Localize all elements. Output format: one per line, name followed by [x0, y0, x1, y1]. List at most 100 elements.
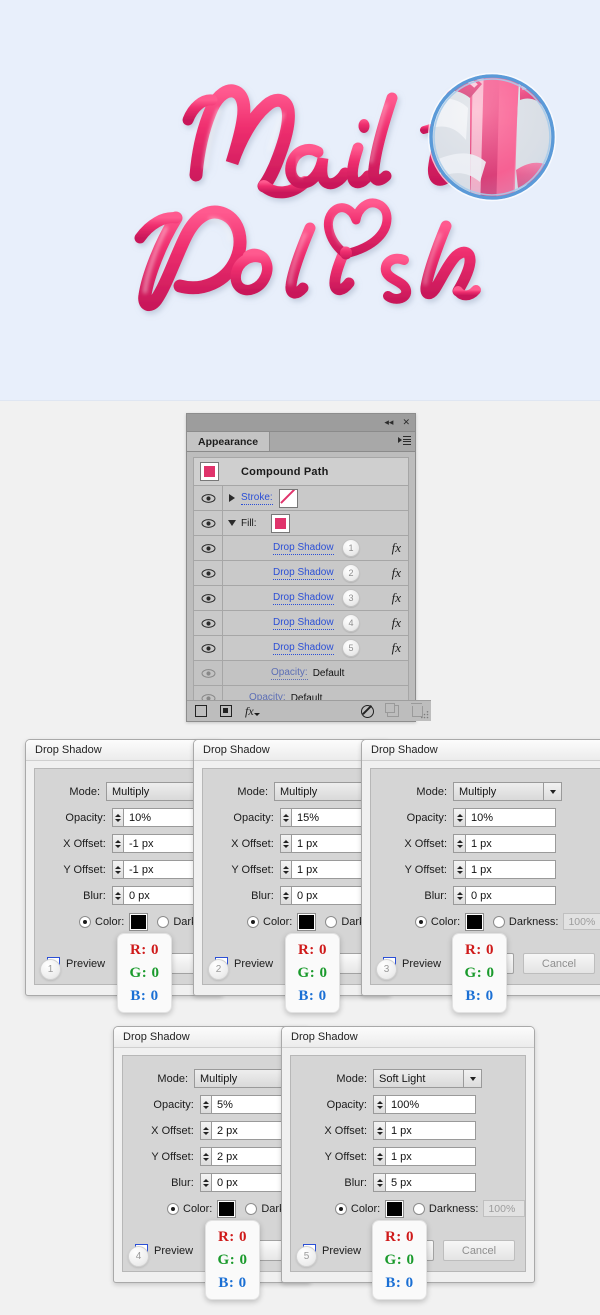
- blur-input[interactable]: 5 px: [385, 1173, 476, 1192]
- yoffset-stepper[interactable]: [199, 1147, 211, 1166]
- xoffset-input[interactable]: 1 px: [385, 1121, 476, 1140]
- opacity-input[interactable]: 10%: [465, 808, 556, 827]
- xoffset-stepper[interactable]: [373, 1121, 385, 1140]
- effect-label-2[interactable]: Drop Shadow: [273, 567, 334, 580]
- appearance-row-effect[interactable]: Drop Shadow 4 fx: [193, 611, 409, 636]
- darkness-radio[interactable]: [413, 1202, 425, 1215]
- visibility-toggle-stroke[interactable]: [194, 486, 223, 510]
- duplicate-item-icon[interactable]: [385, 703, 399, 717]
- opacity-stepper[interactable]: [199, 1095, 211, 1114]
- visibility-toggle-effect-5[interactable]: [194, 636, 223, 660]
- blur-row: Blur: 0 px: [35, 885, 213, 906]
- opacity-label-fill[interactable]: Opacity:: [271, 667, 308, 680]
- darkness-radio[interactable]: [493, 915, 505, 928]
- shadow-color-swatch[interactable]: [385, 1199, 405, 1218]
- new-fill-icon[interactable]: [220, 705, 232, 717]
- color-radio[interactable]: [79, 915, 91, 928]
- appearance-row-effect[interactable]: Drop Shadow 5 fx: [193, 636, 409, 661]
- darkness-radio[interactable]: [325, 915, 338, 928]
- visibility-toggle-effect-2[interactable]: [194, 561, 223, 585]
- object-swatch-icon[interactable]: [200, 462, 219, 481]
- mode-select[interactable]: Soft Light: [373, 1069, 482, 1088]
- cancel-button[interactable]: Cancel: [443, 1240, 515, 1261]
- blur-stepper[interactable]: [453, 886, 465, 905]
- fx-icon[interactable]: fx: [392, 590, 401, 606]
- appearance-row-fill[interactable]: Fill:: [193, 511, 409, 536]
- panel-footer-toolbar: fx: [187, 700, 431, 721]
- yoffset-stepper[interactable]: [111, 860, 123, 879]
- blur-label: Blur:: [344, 1176, 367, 1189]
- blur-stepper[interactable]: [373, 1173, 385, 1192]
- opacity-stepper[interactable]: [453, 808, 465, 827]
- appearance-object-row[interactable]: Compound Path: [193, 457, 409, 486]
- add-effect-fx-icon[interactable]: fx: [245, 704, 260, 719]
- color-row: Color: Darkness: 100%: [291, 1199, 525, 1218]
- effect-label-5[interactable]: Drop Shadow: [273, 642, 334, 655]
- shadow-color-swatch[interactable]: [465, 912, 485, 931]
- fill-swatch-icon[interactable]: [270, 513, 290, 533]
- xoffset-stepper[interactable]: [279, 834, 291, 853]
- yoffset-row: Y Offset: 1 px: [203, 859, 381, 880]
- collapse-panel-icon[interactable]: ◂◂: [384, 418, 393, 427]
- appearance-row-effect[interactable]: Drop Shadow 1 fx: [193, 536, 409, 561]
- opacity-stepper[interactable]: [279, 808, 291, 827]
- visibility-toggle-fill[interactable]: [194, 511, 223, 535]
- visibility-toggle-effect-1[interactable]: [194, 536, 223, 560]
- appearance-row-effect[interactable]: Drop Shadow 2 fx: [193, 561, 409, 586]
- visibility-toggle-effect-4[interactable]: [194, 611, 223, 635]
- visibility-toggle-effect-3[interactable]: [194, 586, 223, 610]
- new-stroke-icon[interactable]: [195, 705, 207, 717]
- color-radio[interactable]: [415, 915, 427, 928]
- color-radio[interactable]: [167, 1202, 179, 1215]
- opacity-stepper[interactable]: [373, 1095, 385, 1114]
- shadow-color-swatch[interactable]: [297, 912, 317, 931]
- xoffset-stepper[interactable]: [453, 834, 465, 853]
- shadow-color-swatch[interactable]: [129, 912, 149, 931]
- collapse-fill-triangle[interactable]: [223, 511, 241, 535]
- effect-label-4[interactable]: Drop Shadow: [273, 617, 334, 630]
- panel-menu-icon[interactable]: [398, 436, 411, 445]
- appearance-row-effect[interactable]: Drop Shadow 3 fx: [193, 586, 409, 611]
- blur-stepper[interactable]: [199, 1173, 211, 1192]
- yoffset-stepper[interactable]: [279, 860, 291, 879]
- effect-label-3[interactable]: Drop Shadow: [273, 592, 334, 605]
- fx-icon[interactable]: fx: [392, 615, 401, 631]
- chevron-down-icon[interactable]: [463, 1070, 481, 1087]
- mode-select[interactable]: Multiply: [453, 782, 562, 801]
- blur-stepper[interactable]: [279, 886, 291, 905]
- chevron-down-icon[interactable]: [543, 783, 561, 800]
- xoffset-input[interactable]: 1 px: [465, 834, 556, 853]
- fx-icon[interactable]: fx: [392, 540, 401, 556]
- darkness-input[interactable]: 100%: [483, 1200, 525, 1217]
- yoffset-stepper[interactable]: [453, 860, 465, 879]
- blur-input[interactable]: 0 px: [465, 886, 556, 905]
- yoffset-input[interactable]: 1 px: [385, 1147, 476, 1166]
- appearance-row-opacity-fill[interactable]: Opacity: Default: [193, 661, 409, 686]
- clear-appearance-icon[interactable]: [361, 704, 374, 718]
- blur-stepper[interactable]: [111, 886, 123, 905]
- darkness-radio[interactable]: [245, 1202, 258, 1215]
- panel-resize-grip[interactable]: [421, 711, 429, 719]
- effect-label-1[interactable]: Drop Shadow: [273, 542, 334, 555]
- tab-appearance[interactable]: Appearance: [187, 432, 271, 451]
- close-icon[interactable]: ✕: [402, 418, 410, 427]
- cancel-button[interactable]: Cancel: [523, 953, 595, 974]
- visibility-toggle-opacity-fill[interactable]: [194, 661, 223, 685]
- stroke-swatch-icon[interactable]: [278, 488, 298, 508]
- fx-icon[interactable]: fx: [392, 565, 401, 581]
- shadow-color-swatch[interactable]: [217, 1199, 237, 1218]
- yoffset-input[interactable]: 1 px: [465, 860, 556, 879]
- yoffset-stepper[interactable]: [373, 1147, 385, 1166]
- xoffset-stepper[interactable]: [111, 834, 123, 853]
- color-radio[interactable]: [335, 1202, 347, 1215]
- darkness-radio[interactable]: [157, 915, 170, 928]
- opacity-stepper[interactable]: [111, 808, 123, 827]
- expand-stroke-triangle[interactable]: [223, 486, 241, 510]
- color-radio[interactable]: [247, 915, 259, 928]
- darkness-input[interactable]: 100%: [563, 913, 600, 930]
- xoffset-stepper[interactable]: [199, 1121, 211, 1140]
- stroke-label[interactable]: Stroke:: [241, 492, 273, 505]
- fx-icon[interactable]: fx: [392, 640, 401, 656]
- opacity-input[interactable]: 100%: [385, 1095, 476, 1114]
- appearance-row-stroke[interactable]: Stroke:: [193, 486, 409, 511]
